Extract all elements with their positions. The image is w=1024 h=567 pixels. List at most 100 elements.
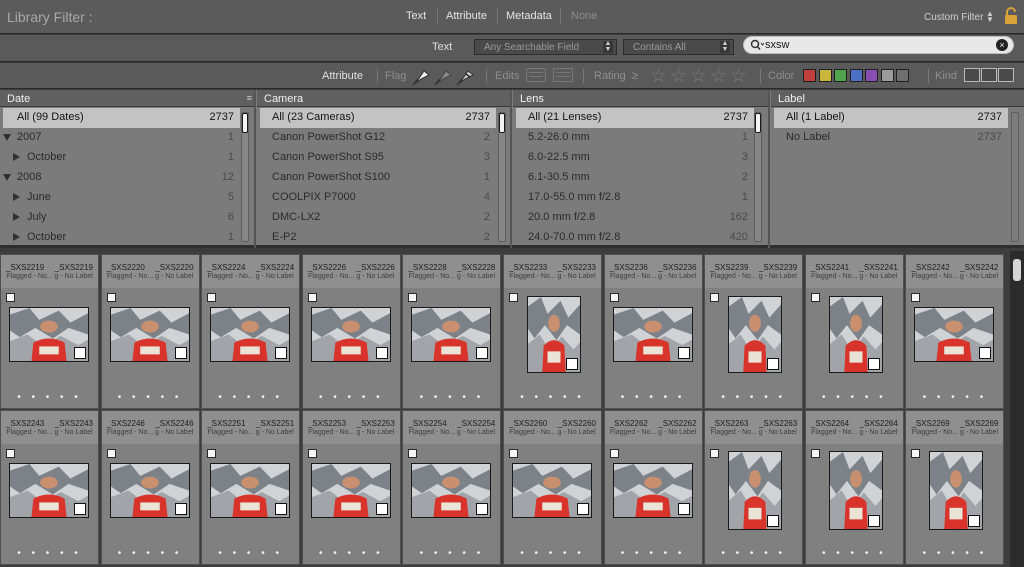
star-icon[interactable]: ☆ xyxy=(710,65,727,88)
rating-dots[interactable]: • • • • • xyxy=(102,548,199,559)
flag-icon[interactable] xyxy=(6,293,15,302)
date-filter-item[interactable]: 2007 1 xyxy=(3,128,240,148)
lens-column-scrollbar[interactable] xyxy=(754,112,762,242)
column-divider[interactable] xyxy=(510,90,512,248)
flag-icon[interactable] xyxy=(509,293,518,302)
rating-dots[interactable]: • • • • • xyxy=(202,548,299,559)
scrollbar-thumb[interactable] xyxy=(1013,259,1021,281)
date-filter-item[interactable]: 2008 12 xyxy=(3,168,240,188)
flag-icon[interactable] xyxy=(408,293,418,302)
tab-none[interactable]: None xyxy=(571,10,597,22)
photo-cell[interactable]: _SXS2254 _SXS2254 Flagged - No... g - No L… xyxy=(402,410,502,565)
photo-cell[interactable]: _SXS2246 _SXS2246 Flagged - No... g - No L… xyxy=(100,410,200,565)
search-input[interactable]: sxsw × xyxy=(743,36,1014,54)
photo-thumbnail[interactable] xyxy=(310,463,391,518)
scrollbar-thumb[interactable] xyxy=(242,113,248,133)
rating-dots[interactable]: • • • • • xyxy=(504,392,601,403)
camera-filter-item[interactable]: Canon PowerShot G12 2 xyxy=(260,128,496,148)
flag-icon[interactable] xyxy=(609,449,619,458)
rating-dots[interactable]: • • • • • xyxy=(303,392,400,403)
color-label-swatch[interactable] xyxy=(818,69,832,82)
color-label-swatch[interactable] xyxy=(896,69,909,82)
flag-icon[interactable] xyxy=(609,293,619,302)
color-label-swatch[interactable] xyxy=(849,69,863,82)
flag-icon[interactable] xyxy=(911,293,921,302)
photo-cell[interactable]: _SXS2224 _SXS2224 Flagged - No... g - No L… xyxy=(201,254,301,409)
photo-cell[interactable]: _SXS2219 _SXS2219 Flagged - No... g - No L… xyxy=(0,254,99,409)
column-divider[interactable] xyxy=(254,90,256,248)
rating-dots[interactable]: • • • • • xyxy=(403,548,500,559)
camera-filter-item[interactable]: DMC-LX2 2 xyxy=(260,208,496,228)
photo-cell[interactable]: _SXS2226 _SXS2226 Flagged - No... g - No L… xyxy=(301,254,401,409)
photo-thumbnail[interactable] xyxy=(9,463,89,518)
star-icon[interactable]: ☆ xyxy=(670,65,687,88)
flag-icon[interactable] xyxy=(710,449,720,458)
flag-icon[interactable] xyxy=(106,449,116,458)
filter-preset-select[interactable]: Custom Filter xyxy=(924,12,983,23)
rating-dots[interactable]: • • • • • xyxy=(403,392,500,403)
label-filter-item[interactable]: All (1 Label) 2737 xyxy=(774,108,1008,128)
photo-thumbnail[interactable] xyxy=(109,307,190,362)
scrollbar-thumb[interactable] xyxy=(499,113,505,133)
color-label-swatch[interactable] xyxy=(834,69,847,82)
lens-filter-item[interactable]: 24.0-70.0 mm f/2.8 420 xyxy=(516,228,754,248)
star-icon[interactable]: ☆ xyxy=(690,65,707,88)
photo-cell[interactable]: _SXS2241 _SXS2241 Flagged - No... g - No L… xyxy=(804,254,904,409)
photo-cell[interactable]: _SXS2260 _SXS2260 Flagged - No... g - No L… xyxy=(503,410,602,565)
rating-dots[interactable]: • • • • • xyxy=(102,392,199,403)
rating-dots[interactable]: • • • • • xyxy=(202,392,299,403)
photo-cell[interactable]: _SXS2236 _SXS2236 Flagged - No... g - No L… xyxy=(603,254,703,409)
lock-icon[interactable] xyxy=(1004,6,1018,26)
camera-column-scrollbar[interactable] xyxy=(498,112,506,242)
lens-filter-item[interactable]: 6.0-22.5 mm 3 xyxy=(516,148,754,168)
flagged-filter-icon[interactable] xyxy=(410,66,432,86)
photo-thumbnail[interactable] xyxy=(9,307,89,362)
disclosure-triangle-open-icon[interactable] xyxy=(3,174,11,181)
date-column-scrollbar[interactable] xyxy=(241,112,249,242)
rating-dots[interactable]: • • • • • xyxy=(906,548,1003,559)
searchable-field-select[interactable]: Any Searchable Field ▲ ▼ xyxy=(474,39,617,55)
disclosure-triangle-closed-icon[interactable] xyxy=(13,213,20,221)
photo-cell[interactable]: _SXS2262 _SXS2262 Flagged - No... g - No L… xyxy=(603,410,703,565)
scrollbar-thumb[interactable] xyxy=(755,113,761,133)
flag-icon[interactable] xyxy=(408,449,418,458)
flag-icon[interactable] xyxy=(106,293,116,302)
tab-metadata[interactable]: Metadata xyxy=(506,10,552,22)
photo-cell[interactable]: _SXS2263 _SXS2263 Flagged - No... g - No L… xyxy=(704,410,804,565)
label-column-header[interactable]: Label xyxy=(771,90,1024,107)
color-label-swatch[interactable] xyxy=(865,69,878,82)
date-filter-item[interactable]: October 1 xyxy=(3,148,240,168)
clear-search-icon[interactable]: × xyxy=(996,39,1008,51)
camera-filter-item[interactable]: Canon PowerShot S95 3 xyxy=(260,148,496,168)
photo-cell[interactable]: _SXS2253 _SXS2253 Flagged - No... g - No L… xyxy=(301,410,401,565)
photo-thumbnail[interactable] xyxy=(411,463,492,518)
search-icon[interactable] xyxy=(750,39,764,51)
rating-dots[interactable]: • • • • • xyxy=(1,392,98,403)
master-photos-kind-icon[interactable] xyxy=(964,68,980,82)
star-icon[interactable]: ☆ xyxy=(650,65,667,88)
flag-icon[interactable] xyxy=(307,449,317,458)
rating-dots[interactable]: • • • • • xyxy=(806,392,903,403)
chevron-updown-icon[interactable]: ▲ ▼ xyxy=(986,10,994,24)
photo-thumbnail[interactable] xyxy=(728,451,783,530)
rating-dots[interactable]: • • • • • xyxy=(1,548,98,559)
rating-dots[interactable]: • • • • • xyxy=(504,548,601,559)
color-label-swatch[interactable] xyxy=(803,69,816,82)
disclosure-triangle-open-icon[interactable] xyxy=(3,134,11,141)
rating-dots[interactable]: • • • • • xyxy=(605,392,702,403)
unflagged-filter-icon[interactable] xyxy=(432,66,454,86)
rating-dots[interactable]: • • • • • xyxy=(605,548,702,559)
photo-cell[interactable]: _SXS2264 _SXS2264 Flagged - No... g - No L… xyxy=(804,410,904,565)
videos-kind-icon[interactable] xyxy=(998,68,1014,82)
column-divider[interactable] xyxy=(768,90,770,248)
lens-column-header[interactable]: Lens xyxy=(513,90,770,107)
disclosure-triangle-closed-icon[interactable] xyxy=(13,153,20,161)
camera-filter-item[interactable]: Canon PowerShot S100 1 xyxy=(260,168,496,188)
flag-icon[interactable] xyxy=(810,449,820,458)
photo-thumbnail[interactable] xyxy=(728,296,783,373)
flag-icon[interactable] xyxy=(810,293,820,302)
photo-thumbnail[interactable] xyxy=(210,307,291,362)
flag-icon[interactable] xyxy=(911,449,921,458)
photo-thumbnail[interactable] xyxy=(612,307,693,362)
rating-dots[interactable]: • • • • • xyxy=(303,548,400,559)
